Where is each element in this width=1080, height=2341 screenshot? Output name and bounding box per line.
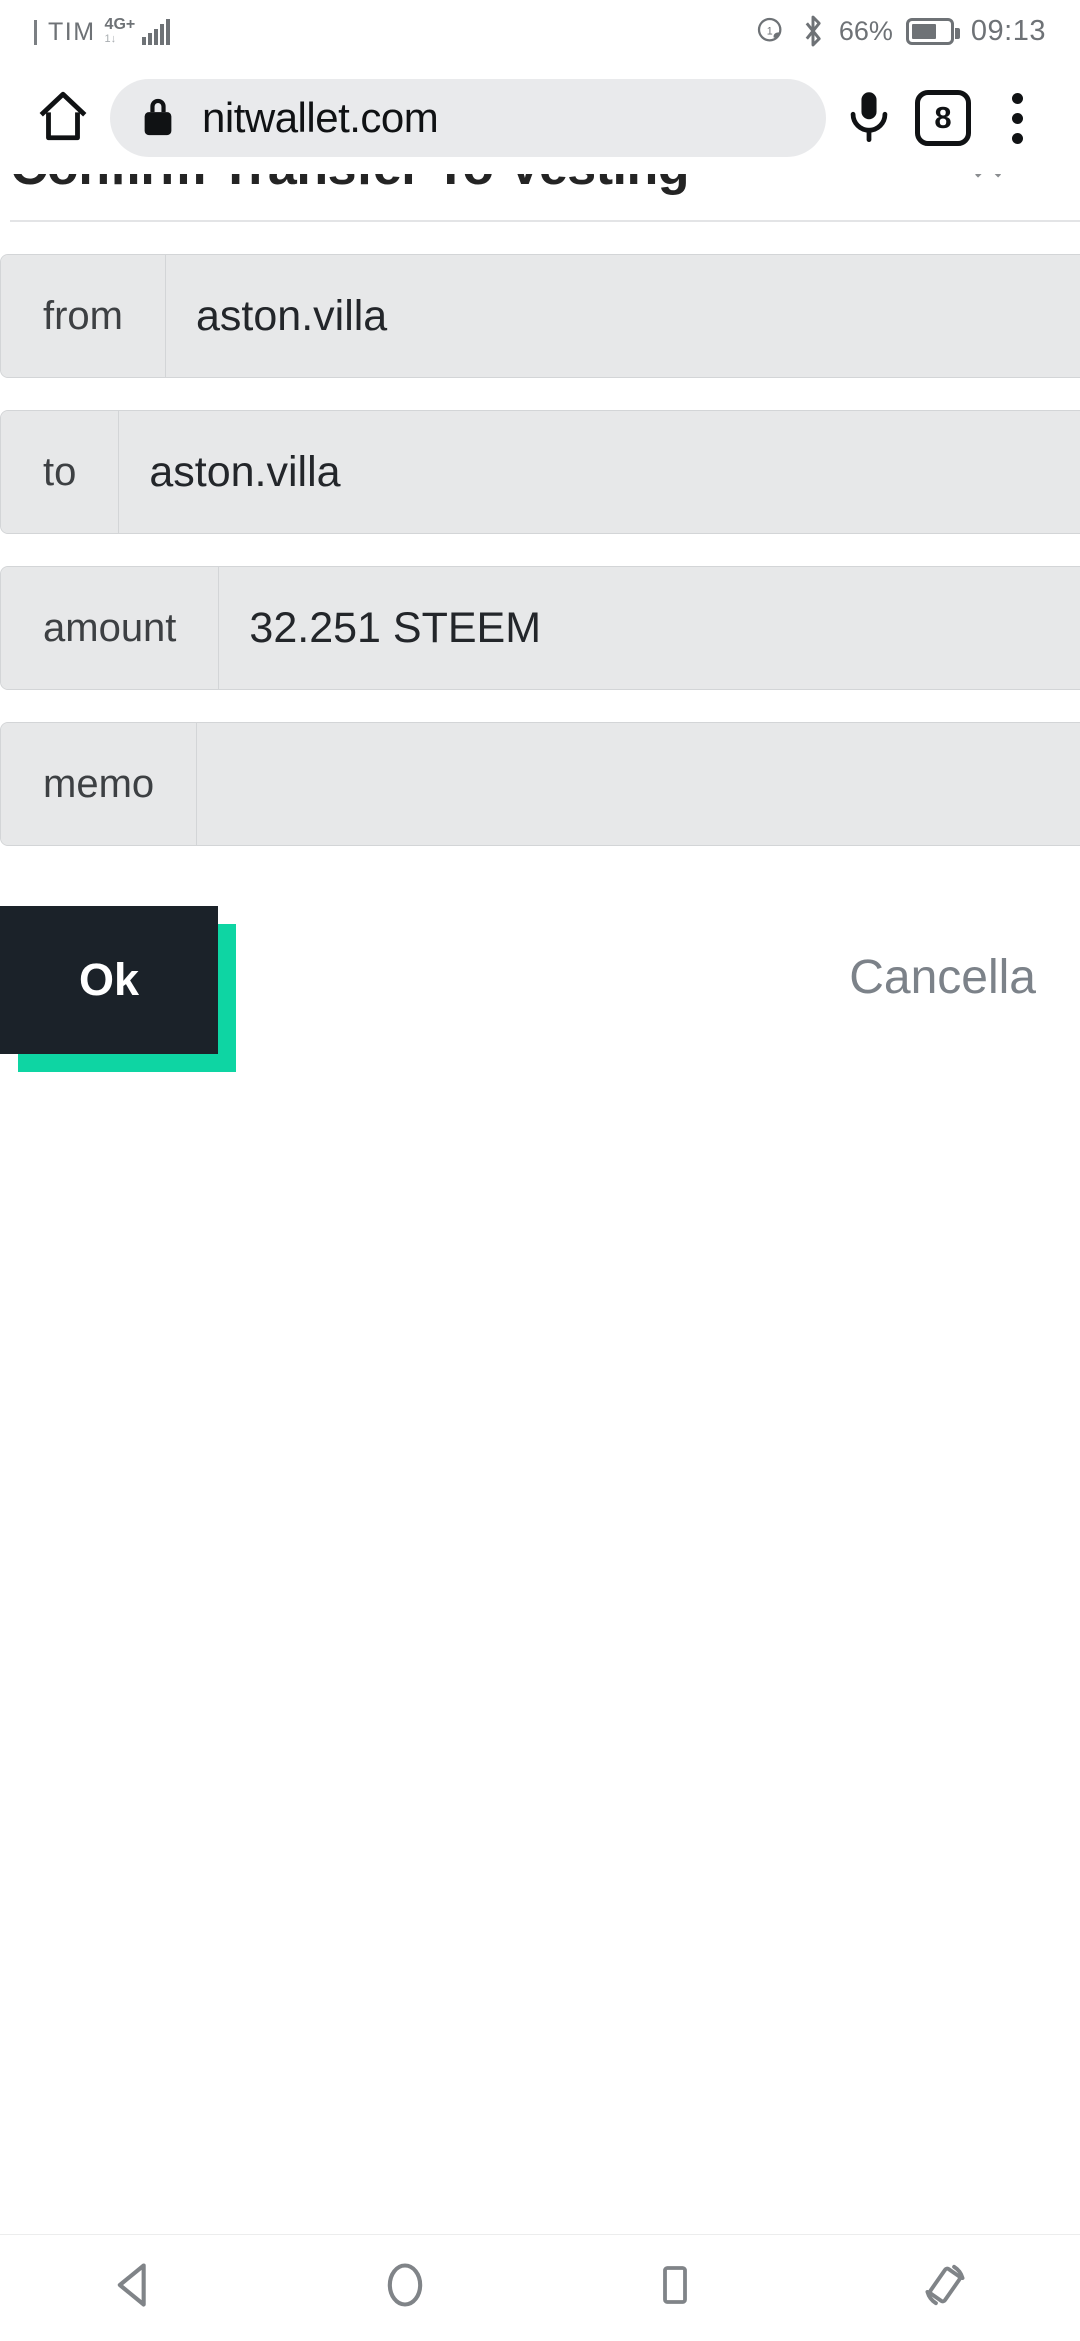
- home-icon: [34, 87, 92, 150]
- ok-button[interactable]: Ok: [0, 906, 218, 1054]
- svg-text:1: 1: [767, 25, 773, 37]
- home-button[interactable]: [26, 81, 100, 155]
- nav-recents-button[interactable]: [600, 2235, 750, 2341]
- modal-actions: Ok Cancella: [0, 906, 1080, 1106]
- url-bar[interactable]: nitwallet.com: [110, 79, 826, 157]
- bluetooth-icon: [800, 14, 826, 48]
- row-value-from: aston.villa: [166, 255, 1080, 377]
- browser-toolbar: nitwallet.com 8: [0, 62, 1080, 174]
- header-divider: [10, 220, 1080, 222]
- overflow-menu-icon: [1011, 92, 1023, 144]
- nav-back-button[interactable]: [60, 2235, 210, 2341]
- row-label-amount: amount: [1, 567, 220, 689]
- status-bar-left: TIM 4G+ 1↓: [34, 17, 171, 46]
- carrier-name: TIM: [48, 18, 96, 46]
- row-label-from: from: [1, 255, 166, 377]
- row-label-to: to: [1, 411, 120, 533]
- ok-button-wrapper: Ok: [0, 906, 236, 1072]
- status-bar-right: 1 66% 09:13: [755, 14, 1046, 48]
- confirm-transfer-modal: Confirm Transfer To Vesting × from aston…: [0, 174, 1080, 1072]
- status-bar: TIM 4G+ 1↓ 1 66% 09:13: [0, 0, 1080, 62]
- network-activity-label: 1↓: [104, 33, 117, 45]
- system-navigation-bar: [0, 2234, 1080, 2340]
- nav-rotate-button[interactable]: [870, 2235, 1020, 2341]
- table-row: memo: [0, 722, 1080, 846]
- power-saving-icon: 1: [755, 15, 787, 47]
- row-value-memo: [197, 723, 1080, 845]
- modal-header: Confirm Transfer To Vesting ×: [0, 174, 1080, 200]
- rotate-screen-icon: [919, 2259, 971, 2316]
- tab-count-badge: 8: [915, 90, 971, 146]
- table-row: from aston.villa: [0, 254, 1080, 378]
- battery-icon: [905, 17, 960, 45]
- page-content: Confirm Transfer To Vesting × from aston…: [0, 174, 1080, 2234]
- row-value-amount: 32.251 STEEM: [219, 567, 1080, 689]
- sim-indicator-icon: [34, 20, 37, 45]
- battery-percent-label: 66%: [838, 15, 893, 46]
- row-label-memo: memo: [1, 723, 198, 845]
- network-type-group: 4G+ 1↓: [105, 17, 136, 45]
- table-row: amount 32.251 STEEM: [0, 566, 1080, 690]
- lock-icon: [140, 95, 176, 142]
- network-type-label: 4G+: [104, 16, 136, 33]
- signal-bars-icon: [142, 19, 171, 45]
- clock-label: 09:13: [970, 14, 1046, 47]
- transfer-details-table: from aston.villa to aston.villa amount 3…: [0, 254, 1080, 878]
- back-triangle-icon: [109, 2259, 161, 2316]
- voice-search-button[interactable]: [832, 81, 906, 155]
- url-text[interactable]: nitwallet.com: [202, 94, 438, 142]
- recents-square-icon: [651, 2261, 699, 2314]
- tab-switcher-button[interactable]: 8: [906, 81, 980, 155]
- page-title: Confirm Transfer To Vesting: [10, 174, 1080, 198]
- microphone-icon: [844, 88, 894, 149]
- browser-menu-button[interactable]: [980, 81, 1054, 155]
- table-row: to aston.villa: [0, 410, 1080, 534]
- close-icon[interactable]: ×: [971, 174, 1005, 194]
- nav-home-button[interactable]: [330, 2235, 480, 2341]
- home-circle-icon: [379, 2259, 431, 2316]
- cancel-button[interactable]: Cancella: [849, 950, 1036, 1005]
- row-value-to: aston.villa: [119, 411, 1080, 533]
